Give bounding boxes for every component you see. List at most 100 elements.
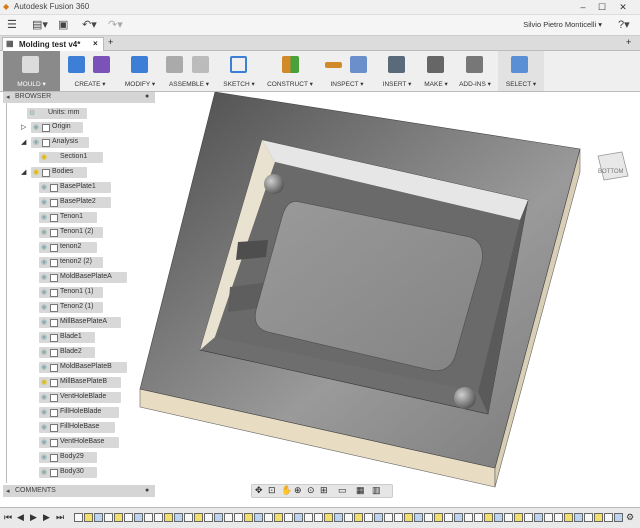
orbit-icon[interactable]: ✥ <box>255 485 263 496</box>
timeline-feature[interactable] <box>214 513 223 522</box>
origin-node[interactable]: ◉ Origin <box>31 122 83 133</box>
timeline-feature[interactable] <box>324 513 333 522</box>
timeline-feature[interactable] <box>564 513 573 522</box>
timeline-feature[interactable] <box>354 513 363 522</box>
timeline-feature[interactable] <box>484 513 493 522</box>
list-item[interactable]: ◉ FillHoleBlade <box>39 407 119 418</box>
construct-menu[interactable]: CONSTRUCT ▾ <box>262 51 318 91</box>
menu-icon[interactable]: ☰ <box>7 19 17 31</box>
timeline-feature[interactable] <box>294 513 303 522</box>
collapse-icon[interactable]: ◂ <box>6 93 10 101</box>
timeline-feature[interactable] <box>104 513 113 522</box>
minimize-button[interactable]: – <box>576 1 590 13</box>
timeline-feature[interactable] <box>94 513 103 522</box>
document-tab[interactable]: ▦ Molding test v4* × <box>2 37 104 51</box>
visibility-bulb-icon[interactable]: ◉ <box>33 123 39 131</box>
zoom-window-icon[interactable]: ⊞ <box>320 485 328 496</box>
expand-origin-icon[interactable]: ▷ <box>21 123 26 131</box>
visibility-bulb-icon[interactable]: ◉ <box>41 438 47 446</box>
timeline-feature[interactable] <box>74 513 83 522</box>
list-item[interactable]: ◉ Blade1 <box>39 332 95 343</box>
visibility-bulb-on-icon[interactable]: ◉ <box>41 378 47 386</box>
timeline-feature[interactable] <box>154 513 163 522</box>
timeline-feature[interactable] <box>204 513 213 522</box>
visibility-bulb-icon[interactable]: ◉ <box>41 288 47 296</box>
timeline-feature[interactable] <box>174 513 183 522</box>
timeline-play-icon[interactable]: ▶ <box>30 512 37 523</box>
comments-panel[interactable]: ◂ COMMENTS ● <box>3 485 155 497</box>
visibility-bulb-icon[interactable]: ◉ <box>41 453 47 461</box>
visibility-bulb-icon[interactable]: ◉ <box>41 393 47 401</box>
tab-close-icon[interactable]: × <box>93 39 98 48</box>
timeline-feature[interactable] <box>344 513 353 522</box>
make-menu[interactable]: MAKE ▾ <box>420 51 452 91</box>
insert-menu[interactable]: INSERT ▾ <box>376 51 418 91</box>
list-item[interactable]: ◉ Tenon1 <box>39 212 97 223</box>
timeline-feature[interactable] <box>124 513 133 522</box>
visibility-bulb-on-icon[interactable]: ◉ <box>41 153 47 161</box>
workspace-switcher[interactable]: MOULD ▾ <box>3 51 60 91</box>
visibility-bulb-icon[interactable]: ◉ <box>33 138 39 146</box>
browser-header[interactable]: ◂ BROWSER ● <box>3 92 155 103</box>
analysis-node[interactable]: ◉ Analysis <box>31 137 89 148</box>
pan-icon[interactable]: ✋ <box>281 485 292 496</box>
modify-menu[interactable]: MODIFY ▾ <box>120 51 160 91</box>
visibility-bulb-icon[interactable]: ◉ <box>41 228 47 236</box>
timeline-end-icon[interactable]: ⏭ <box>56 512 64 523</box>
expand-analysis-icon[interactable]: ◢ <box>21 138 26 146</box>
timeline-feature[interactable] <box>434 513 443 522</box>
timeline-forward-icon[interactable]: ▶ <box>43 512 50 523</box>
inspect-menu[interactable]: INSPECT ▾ <box>320 51 374 91</box>
timeline-feature[interactable] <box>514 513 523 522</box>
list-item[interactable]: ◉ MoldBasePlateB <box>39 362 127 373</box>
list-item[interactable]: ◉ tenon2 <box>39 242 97 253</box>
timeline-feature[interactable] <box>304 513 313 522</box>
timeline-feature[interactable] <box>404 513 413 522</box>
timeline-feature[interactable] <box>554 513 563 522</box>
timeline-feature[interactable] <box>604 513 613 522</box>
list-item[interactable]: ◉ Tenon1 (2) <box>39 227 103 238</box>
list-item[interactable]: ◉ Tenon1 (1) <box>39 287 103 298</box>
visibility-bulb-icon[interactable]: ◉ <box>41 273 47 281</box>
visibility-bulb-icon[interactable]: ◉ <box>41 423 47 431</box>
section-node[interactable]: ◉ Section1 <box>39 152 103 163</box>
timeline-feature[interactable] <box>504 513 513 522</box>
timeline-feature[interactable] <box>384 513 393 522</box>
pin-icon[interactable]: ● <box>145 93 149 100</box>
close-button[interactable]: ✕ <box>616 1 630 13</box>
help-icon[interactable]: ?▾ <box>618 19 630 31</box>
timeline-feature[interactable] <box>194 513 203 522</box>
timeline-feature[interactable] <box>274 513 283 522</box>
timeline-feature[interactable] <box>584 513 593 522</box>
new-tab-icon[interactable]: + <box>108 37 113 47</box>
list-item[interactable]: ◉ Tenon2 (1) <box>39 302 103 313</box>
list-item[interactable]: ◉ MoldBasePlateA <box>39 272 127 283</box>
timeline-feature[interactable] <box>594 513 603 522</box>
visibility-bulb-icon[interactable]: ◉ <box>41 303 47 311</box>
visibility-bulb-icon[interactable]: ◉ <box>41 198 47 206</box>
visibility-bulb-icon[interactable]: ◉ <box>41 468 47 476</box>
timeline-feature[interactable] <box>444 513 453 522</box>
timeline-feature[interactable] <box>574 513 583 522</box>
units-node[interactable]: ⚙ Units: mm <box>27 108 87 119</box>
undo-icon[interactable]: ↶▾ <box>82 19 97 31</box>
timeline-feature[interactable] <box>414 513 423 522</box>
list-item[interactable]: ◉ BasePlate2 <box>39 197 111 208</box>
addins-menu[interactable]: ADD-INS ▾ <box>454 51 496 91</box>
timeline-feature[interactable] <box>234 513 243 522</box>
bodies-node[interactable]: ◉ Bodies <box>31 167 87 178</box>
timeline-feature[interactable] <box>454 513 463 522</box>
timeline-feature[interactable] <box>534 513 543 522</box>
timeline-feature[interactable] <box>334 513 343 522</box>
timeline-feature[interactable] <box>254 513 263 522</box>
visibility-bulb-icon[interactable]: ◉ <box>41 318 47 326</box>
visibility-bulb-icon[interactable]: ◉ <box>41 408 47 416</box>
list-item[interactable]: ◉ Body30 <box>39 467 97 478</box>
timeline-feature[interactable] <box>244 513 253 522</box>
timeline-feature[interactable] <box>374 513 383 522</box>
visibility-bulb-icon[interactable]: ◉ <box>41 243 47 251</box>
visibility-bulb-icon[interactable]: ◉ <box>41 183 47 191</box>
timeline-settings-icon[interactable]: ⚙ <box>626 512 634 523</box>
timeline-feature[interactable] <box>614 513 623 522</box>
save-icon[interactable]: ▣ <box>58 19 68 31</box>
